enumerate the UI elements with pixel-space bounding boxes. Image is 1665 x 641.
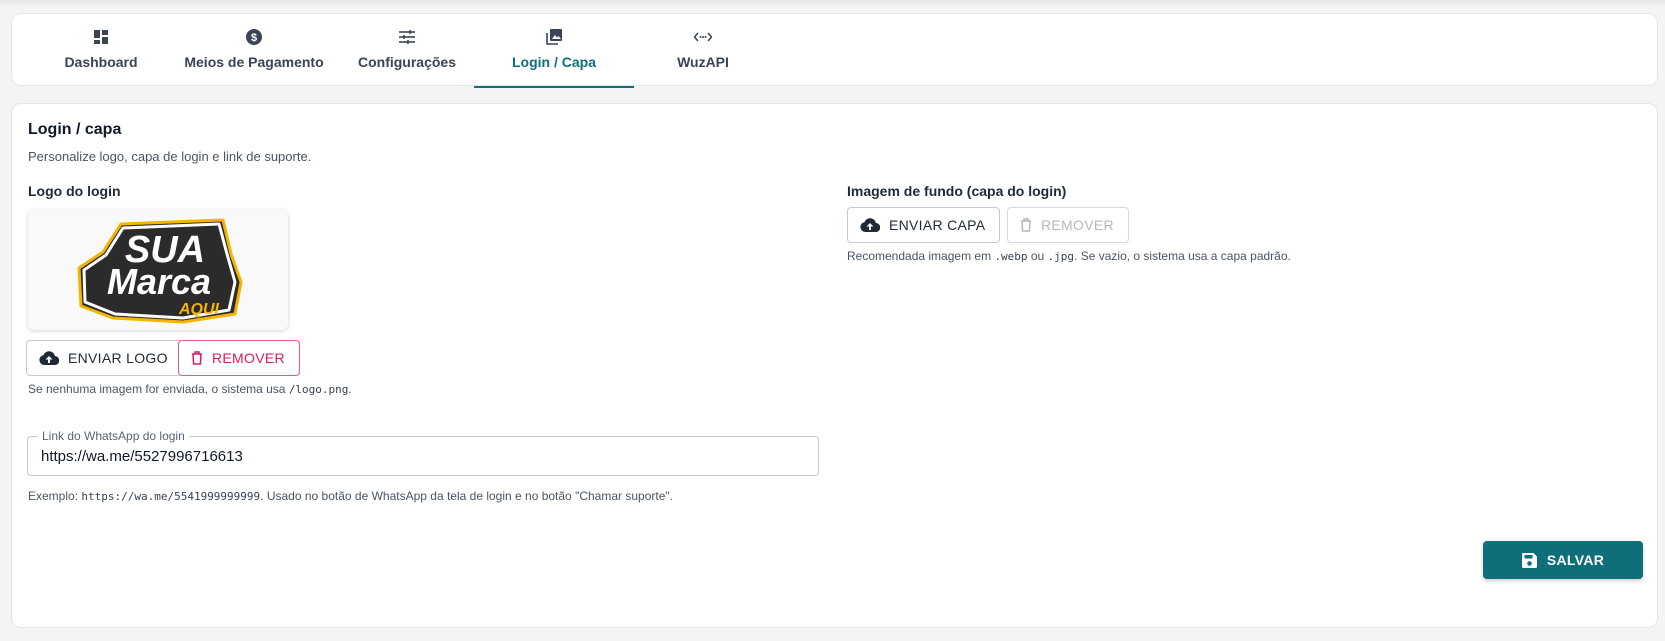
logo-section-label: Logo do login — [28, 183, 121, 199]
tab-dashboard[interactable]: Dashboard — [21, 14, 181, 87]
cover-hint-suffix: . Se vazio, o sistema usa a capa padrão. — [1074, 249, 1291, 263]
svg-text:$: $ — [251, 32, 257, 44]
tab-bar: Dashboard $ Meios de Pagamento Configura… — [11, 13, 1658, 88]
sliders-icon — [399, 28, 415, 46]
login-capa-panel: Login / capa Personalize logo, capa de l… — [11, 103, 1658, 628]
upload-cover-label: ENVIAR CAPA — [889, 217, 986, 233]
floppy-disk-icon — [1521, 552, 1537, 568]
upload-cover-button[interactable]: ENVIAR CAPA — [847, 207, 1001, 243]
cover-hint-code-jpg: .jpg — [1047, 250, 1075, 263]
trash-icon — [1021, 218, 1031, 232]
logo-hint: Se nenhuma imagem for enviada, o sistema… — [28, 382, 352, 396]
remove-logo-button[interactable]: REMOVER — [178, 340, 300, 376]
page-subtitle: Personalize logo, capa de login e link d… — [28, 149, 312, 164]
logo-text-line3: AQUI — [178, 301, 220, 318]
tab-label: Login / Capa — [512, 54, 596, 70]
cover-hint: Recomendada imagem em .webp ou .jpg. Se … — [847, 249, 1291, 263]
upload-logo-label: ENVIAR LOGO — [68, 350, 168, 366]
cover-hint-mid: ou — [1027, 249, 1048, 263]
tab-login-capa[interactable]: Login / Capa — [474, 14, 634, 88]
remove-cover-label: REMOVER — [1041, 217, 1114, 233]
trash-icon — [192, 351, 202, 365]
top-shadow — [0, 0, 1665, 6]
cover-section-label: Imagem de fundo (capa do login) — [847, 183, 1067, 199]
whatsapp-hint: Exemplo: https://wa.me/5541999999999. Us… — [28, 489, 673, 503]
tab-label: Configurações — [357, 54, 456, 70]
logo-text-line2: Marca — [107, 261, 211, 302]
page-title: Login / capa — [28, 121, 122, 138]
whatsapp-hint-code: https://wa.me/5541999999999 — [81, 490, 261, 503]
whatsapp-hint-prefix: Exemplo: — [28, 489, 82, 503]
dashboard-icon — [94, 28, 108, 46]
cloud-upload-icon — [860, 218, 880, 232]
tab-label: Meios de Pagamento — [184, 54, 324, 70]
whatsapp-link-label: Link do WhatsApp do login — [38, 429, 189, 443]
image-stack-icon — [546, 28, 562, 46]
cover-hint-prefix: Recomendada imagem em — [847, 249, 995, 263]
tab-wuzapi[interactable]: WuzAPI — [623, 14, 783, 87]
cloud-upload-icon — [39, 351, 59, 365]
logo-hint-suffix: . — [348, 382, 352, 396]
tab-configuracoes[interactable]: Configurações — [327, 14, 487, 87]
whatsapp-link-field[interactable]: Link do WhatsApp do login — [27, 429, 819, 476]
tab-label: WuzAPI — [677, 54, 729, 70]
whatsapp-hint-suffix: . Usado no botão de WhatsApp da tela de … — [260, 489, 673, 503]
upload-logo-button[interactable]: ENVIAR LOGO — [26, 340, 183, 376]
save-button[interactable]: SALVAR — [1483, 541, 1643, 579]
save-label: SALVAR — [1546, 552, 1605, 568]
dollar-circle-icon: $ — [246, 28, 262, 46]
brand-logo-image: SUA Marca AQUI — [77, 218, 243, 324]
remove-logo-label: REMOVER — [212, 350, 285, 366]
logo-preview: SUA Marca AQUI — [28, 210, 288, 330]
tab-meios-de-pagamento[interactable]: $ Meios de Pagamento — [174, 14, 334, 87]
cover-hint-code-webp: .webp — [994, 250, 1028, 263]
logo-hint-text: Se nenhuma imagem for enviada, o sistema… — [28, 382, 289, 396]
api-icon — [694, 28, 712, 46]
remove-cover-button[interactable]: REMOVER — [1007, 207, 1129, 243]
logo-hint-code: /logo.png — [288, 383, 349, 396]
tab-label: Dashboard — [64, 54, 138, 70]
